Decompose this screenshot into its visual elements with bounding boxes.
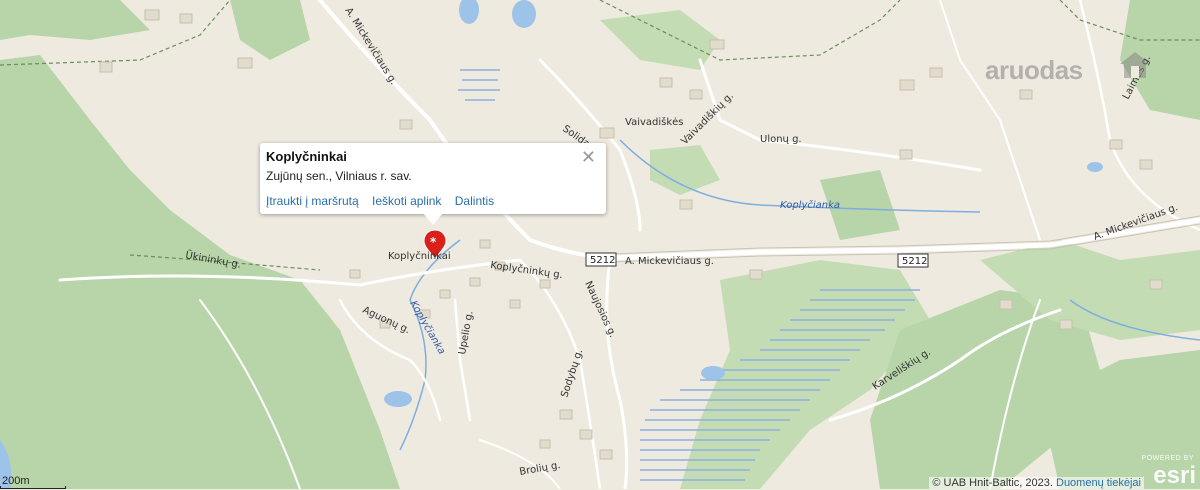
street-label-a-mickeviciaus-north: A. Mickevičiaus g. xyxy=(342,5,399,87)
popup-subtitle: Zujūnų sen., Vilniaus r. sav. xyxy=(266,169,412,183)
street-label-ulonu: Ulonų g. xyxy=(760,134,802,145)
road-shield-5212-west: 5212 xyxy=(585,252,617,267)
attribution: © UAB Hnit-Baltic, 2023. Duomenų tiekėja… xyxy=(929,477,1144,489)
esri-logo: esri xyxy=(1153,462,1196,489)
share-link[interactable]: Dalintis xyxy=(455,194,494,208)
street-label-koplycninku: Koplyčninkų g. xyxy=(490,259,564,281)
street-label-upelio: Upelio g. xyxy=(457,310,476,355)
popup-title: Koplyčninkai xyxy=(266,149,347,164)
marker-label: Koplyčninkai xyxy=(388,250,451,262)
street-label-broliu: Brolių g. xyxy=(519,460,562,478)
street-label-naujosios: Naujosios g. xyxy=(582,280,618,340)
popup-actions: Įtraukti į maršrutą Ieškoti aplink Dalin… xyxy=(266,194,504,208)
close-icon[interactable]: ✕ xyxy=(581,147,596,168)
road-shield-5212-east: 5212 xyxy=(897,253,929,268)
street-label-vaivadisku: Vaivadiškių g. xyxy=(679,90,736,147)
popup-tail xyxy=(423,213,443,225)
svg-text:5212: 5212 xyxy=(902,256,927,267)
water-label-koplycianka-east: Koplyčianka xyxy=(780,199,840,211)
street-label-a-mickeviciaus-south: A. Mickevičiaus g. xyxy=(625,255,714,267)
info-popup: Koplyčninkai ✕ Zujūnų sen., Vilniaus r. … xyxy=(260,143,606,214)
data-providers-link[interactable]: Duomenų tiekėjai xyxy=(1056,477,1141,489)
add-to-route-link[interactable]: Įtraukti į maršrutą xyxy=(266,194,359,208)
street-label-aguonu: Aguonų g. xyxy=(361,305,412,337)
aruodas-logo-mark-icon xyxy=(1120,52,1150,78)
aruodas-logo: aruodas xyxy=(985,55,1083,85)
water-label-koplycianka-south: Koplyčianka xyxy=(407,299,447,357)
svg-text:*: * xyxy=(430,235,437,249)
place-label-vaivadiskes: Vaivadiškės xyxy=(625,116,684,128)
attribution-text: © UAB Hnit-Baltic, 2023. xyxy=(932,477,1056,489)
search-nearby-link[interactable]: Ieškoti aplink xyxy=(372,194,441,208)
svg-text:5212: 5212 xyxy=(590,255,615,266)
esri-powered-by: POWERED BY xyxy=(1141,455,1194,462)
